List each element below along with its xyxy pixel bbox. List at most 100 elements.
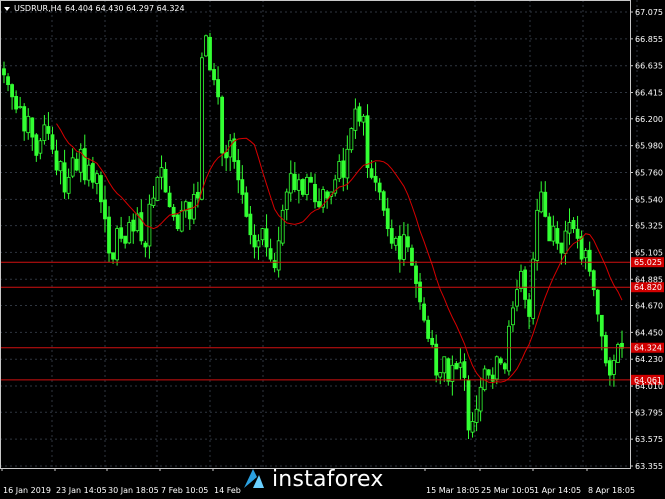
y-tick-label: 65.540 <box>635 195 663 204</box>
candle-body <box>143 242 148 248</box>
level-label: 64.820 <box>634 283 662 292</box>
candle-body <box>131 219 136 232</box>
candle-body <box>139 212 144 242</box>
candle-body <box>272 260 277 269</box>
candle-body <box>155 176 160 201</box>
candle-body <box>62 162 67 193</box>
candle-body <box>515 289 519 307</box>
candle-body <box>163 168 168 193</box>
candle-body <box>474 408 479 423</box>
candle-body <box>30 117 35 138</box>
candle-body <box>583 250 588 259</box>
candle-body <box>365 115 370 169</box>
candle-body <box>494 356 499 380</box>
candle-body <box>414 265 418 284</box>
candle-body <box>26 115 31 134</box>
candle-body <box>276 240 281 271</box>
y-tick-label: 65.325 <box>635 222 663 231</box>
candle-body <box>42 124 47 141</box>
candle-body <box>397 235 402 260</box>
candle-body <box>224 151 229 159</box>
candle-body <box>523 269 527 300</box>
candle-body <box>167 192 172 208</box>
candle-body <box>599 314 604 337</box>
candle-body <box>381 191 386 211</box>
y-tick-label: 65.980 <box>635 142 663 151</box>
candle-body <box>426 319 431 339</box>
candle-body <box>325 191 330 199</box>
x-tick-label: 1 Apr 14:05 <box>534 486 581 495</box>
candle-body <box>208 36 212 71</box>
watermark: instaforex <box>240 464 410 494</box>
candle-body <box>280 209 285 244</box>
x-tick-label: 7 Feb 10:05 <box>161 486 208 495</box>
candle-body <box>127 222 132 244</box>
candle-body <box>361 115 366 123</box>
candle-body <box>14 95 19 110</box>
x-tick-label: 8 Apr 18:05 <box>588 486 635 495</box>
candle-body <box>99 175 103 203</box>
y-tick-label: 66.415 <box>635 89 663 98</box>
candle-body <box>603 335 608 364</box>
candle-body <box>498 358 503 364</box>
instaforex-logo-icon <box>244 469 264 488</box>
candle-body <box>531 258 536 319</box>
candle-body <box>187 201 192 220</box>
x-tick-label: 25 Mar 10:05 <box>481 486 534 495</box>
candle-body <box>357 106 362 122</box>
candle-body <box>502 363 507 370</box>
candle-body <box>119 227 124 239</box>
watermark-text: instaforex <box>272 466 384 492</box>
y-tick-label: 65.105 <box>635 248 663 257</box>
candle-body <box>292 173 297 190</box>
candle-body <box>147 203 152 247</box>
y-tick-label: 64.885 <box>635 275 663 284</box>
candle-body <box>204 35 208 57</box>
candle-body <box>450 364 455 382</box>
y-tick-label: 64.010 <box>635 382 663 391</box>
price-chart[interactable]: 65.02564.82064.32464.061 67.07566.85566.… <box>0 0 665 499</box>
candle-body <box>248 213 253 236</box>
candle-body <box>430 337 435 345</box>
candle-body <box>438 372 443 378</box>
candle-body <box>82 148 87 181</box>
candle-body <box>18 106 23 109</box>
candle-body <box>111 252 115 260</box>
candle-body <box>309 176 313 183</box>
candle-body <box>74 158 79 171</box>
candle-body <box>46 126 51 134</box>
candle-body <box>301 179 305 195</box>
y-tick-label: 64.450 <box>635 328 663 337</box>
candle-body <box>393 237 398 246</box>
candle-body <box>466 379 471 431</box>
candle-body <box>418 281 422 303</box>
candle-body <box>50 134 55 150</box>
candle-body <box>107 216 111 254</box>
y-tick-label: 63.355 <box>635 462 663 471</box>
candle-body <box>458 362 463 368</box>
y-tick-label: 65.760 <box>635 168 663 177</box>
candle-body <box>70 157 75 177</box>
candle-body <box>539 191 544 213</box>
candle-body <box>462 361 467 378</box>
candle-body <box>284 191 289 210</box>
candle-body <box>353 108 358 131</box>
ohlc-values: 64.404 64.430 64.297 64.324 <box>65 4 185 13</box>
candle-body <box>406 236 410 248</box>
x-tick-label: 15 Mar 18:05 <box>426 486 479 495</box>
candle-body <box>268 248 273 260</box>
x-tick-label: 16 Jan 2019 <box>3 486 51 495</box>
candle-body <box>519 270 523 289</box>
candle-body <box>90 163 95 183</box>
level-label: 65.025 <box>634 258 662 267</box>
candle-body <box>10 84 14 98</box>
candle-body <box>442 356 447 374</box>
candle-body <box>95 173 99 184</box>
candle-body <box>507 325 511 372</box>
candle-body <box>34 134 39 156</box>
candle-body <box>220 96 225 154</box>
y-tick-label: 64.230 <box>635 355 663 364</box>
candle-body <box>6 76 10 86</box>
candle-body <box>349 128 354 151</box>
y-tick-label: 66.200 <box>635 115 663 124</box>
